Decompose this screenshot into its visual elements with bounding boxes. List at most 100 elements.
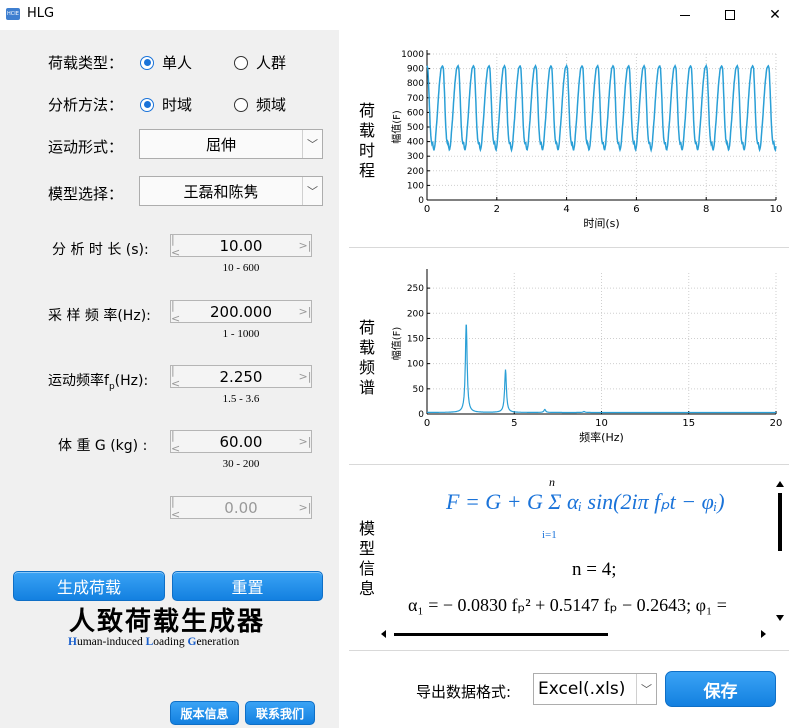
y-tick-label: 100	[407, 181, 424, 191]
sample-rate-spinbox[interactable]: |< 200.000 >|	[170, 299, 312, 325]
brand-subtitle: Human-induced Loading Generation	[68, 636, 239, 648]
formula-alpha: α₁ = − 0.0830 fₚ² + 0.5147 fₚ − 0.2643; …	[408, 595, 727, 615]
export-format-select[interactable]: Excel(.xls) ﹀	[533, 673, 657, 705]
formula-text: F = G + G Σ αᵢ sin(2iπ fₚt − φᵢ)	[446, 489, 725, 514]
motion-label: 运动形式：	[48, 138, 124, 156]
formula-view: F = G + G Σ αᵢ sin(2iπ fₚt − φᵢ) n i=1 n…	[388, 475, 790, 625]
section-label-char: 型	[358, 539, 375, 558]
x-tick-label: 8	[703, 204, 709, 215]
weight-value[interactable]: 60.00	[183, 433, 299, 451]
weight-range: 30 - 200	[222, 458, 260, 470]
radio-crowd[interactable]: 人群	[234, 52, 286, 73]
export-format-label: 导出数据格式:	[416, 683, 512, 701]
decrement-icon[interactable]: |<	[171, 429, 183, 455]
brand-subtitle-part: uman-induced	[76, 636, 146, 648]
duration-label: 分 析 时 长 (s):	[52, 242, 149, 258]
section-label-char: 息	[358, 579, 375, 598]
version-info-button[interactable]: 版本信息	[170, 701, 239, 725]
formula-vertical-scrollbar[interactable]	[772, 475, 788, 625]
section-label-time-history: 荷载时程	[358, 101, 376, 181]
y-tick-label: 250	[407, 284, 424, 294]
section-label-char: 谱	[358, 378, 375, 397]
radio-single-label: 单人	[162, 54, 193, 72]
sum-lower-limit: i=1	[542, 529, 557, 541]
y-tick-label: 400	[407, 138, 424, 148]
x-axis-label: 时间(s)	[583, 217, 619, 230]
y-tick-label: 200	[407, 309, 424, 319]
time-history-chart: 0 2 4 6 8 1001002003004005006007008009001000时…	[390, 50, 783, 230]
close-button[interactable]: ✕	[752, 0, 793, 30]
weight-spinbox[interactable]: |< 60.00 >|	[170, 429, 312, 455]
radio-freq-domain[interactable]: 频域	[234, 94, 286, 115]
title-bar: HCIE HLG ✕	[0, 0, 793, 30]
brand-title: 人致荷载生成器	[69, 607, 266, 637]
extra-spinbox: |< 0.00 >|	[170, 494, 312, 521]
scroll-thumb[interactable]	[394, 633, 608, 636]
sum-upper-limit: n	[549, 475, 555, 489]
formula-n: n = 4;	[572, 559, 617, 580]
y-tick-label: 150	[407, 334, 424, 344]
maximize-button[interactable]	[707, 0, 753, 30]
motion-freq-value[interactable]: 2.250	[183, 368, 299, 386]
section-label-char: 载	[358, 338, 375, 357]
sample-rate-range: 1 - 1000	[222, 328, 260, 340]
decrement-icon: |<	[171, 494, 181, 521]
section-label-spectrum: 荷载频谱	[358, 318, 376, 398]
save-button[interactable]: 保存	[665, 671, 776, 707]
radio-single[interactable]: 单人	[140, 52, 192, 73]
x-tick-label: 0	[424, 418, 430, 429]
y-axis-label: 幅值(F)	[390, 110, 403, 144]
minimize-icon	[680, 14, 690, 16]
reset-button[interactable]: 重置	[172, 571, 323, 601]
chevron-down-icon[interactable]: ﹀	[302, 177, 322, 205]
x-axis-label: 频率(Hz)	[579, 430, 624, 444]
y-tick-label: 300	[407, 152, 424, 162]
chevron-down-icon[interactable]: ﹀	[636, 674, 656, 704]
formula-main: F = G + G Σ αᵢ sin(2iπ fₚt − φᵢ)	[446, 489, 725, 515]
formula-horizontal-scrollbar[interactable]	[376, 625, 772, 643]
app-logo-icon: HCIE	[6, 8, 20, 20]
increment-icon[interactable]: >|	[299, 431, 312, 452]
increment-icon[interactable]: >|	[299, 235, 312, 256]
duration-value[interactable]: 10.00	[183, 237, 299, 255]
model-select-value: 王磊和陈隽	[183, 182, 259, 201]
y-tick-label: 1000	[401, 50, 424, 60]
section-label-char: 载	[358, 121, 375, 140]
sample-rate-value[interactable]: 200.000	[183, 303, 299, 321]
x-tick-label: 10	[770, 204, 783, 215]
minimize-button[interactable]	[662, 0, 708, 30]
generate-load-button[interactable]: 生成荷载	[13, 571, 165, 601]
radio-time-domain[interactable]: 时域	[140, 94, 192, 115]
model-select[interactable]: 王磊和陈隽 ﹀	[139, 176, 323, 206]
decrement-icon[interactable]: |<	[171, 299, 183, 325]
motion-freq-spinbox[interactable]: |< 2.250 >|	[170, 364, 312, 390]
spectrum-chart: 0 5 10 15 20050100150200250频率(Hz)幅值(F)	[390, 269, 782, 444]
x-tick-label: 4	[563, 204, 569, 215]
model-label: 模型选择：	[48, 185, 124, 203]
y-tick-label: 500	[407, 123, 424, 133]
section-label-char: 时	[358, 141, 375, 160]
brand-subtitle-part: eneration	[196, 636, 240, 648]
duration-spinbox[interactable]: |< 10.00 >|	[170, 233, 312, 259]
maximize-icon	[725, 10, 735, 20]
decrement-icon[interactable]: |<	[171, 364, 183, 390]
y-tick-label: 0	[418, 196, 424, 206]
x-tick-label: 15	[682, 418, 695, 429]
chevron-down-icon[interactable]: ﹀	[302, 130, 322, 158]
app-window: HCIE HLG ✕ 荷载类型： 单人 人群 分析方法： 时域 频域 运动形式：…	[0, 0, 793, 728]
increment-icon[interactable]: >|	[299, 366, 312, 387]
motion-select[interactable]: 屈伸 ﹀	[139, 129, 323, 159]
scroll-thumb[interactable]	[778, 493, 782, 551]
decrement-icon[interactable]: |<	[171, 233, 183, 259]
y-tick-label: 900	[407, 65, 424, 75]
radio-checked-icon	[140, 55, 154, 70]
section-label-char: 荷	[358, 101, 375, 120]
motion-freq-label-unit: (Hz):	[114, 373, 149, 389]
increment-icon[interactable]: >|	[299, 301, 312, 322]
x-tick-label: 10	[595, 418, 608, 429]
sample-rate-label: 采 样 频 率(Hz):	[48, 308, 151, 324]
y-tick-label: 50	[413, 385, 425, 395]
radio-checked-icon	[140, 97, 154, 112]
radio-time-domain-label: 时域	[162, 96, 193, 114]
contact-us-button[interactable]: 联系我们	[245, 701, 315, 725]
